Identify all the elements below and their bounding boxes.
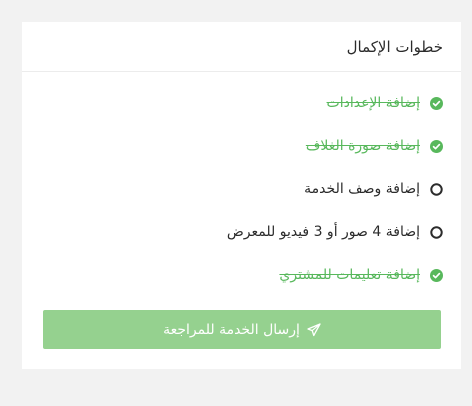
step-item-description[interactable]: إضافة وصف الخدمة bbox=[22, 178, 461, 200]
step-item-settings: إضافة الإعدادات bbox=[22, 92, 461, 114]
paper-plane-icon bbox=[307, 322, 321, 337]
check-circle-icon bbox=[430, 268, 443, 282]
step-item-buyer-instructions: إضافة تعليمات للمشتري bbox=[22, 264, 461, 286]
panel-header: خطوات الإكمال bbox=[22, 22, 461, 72]
step-label: إضافة الإعدادات bbox=[326, 95, 420, 111]
step-item-gallery[interactable]: إضافة 4 صور أو 3 فيديو للمعرض bbox=[22, 221, 461, 243]
steps-list: إضافة الإعدادات إضافة صورة الغلاف إضافة … bbox=[22, 92, 461, 307]
empty-circle-icon bbox=[430, 225, 443, 239]
step-label: إضافة تعليمات للمشتري bbox=[279, 267, 420, 283]
submit-button-label: إرسال الخدمة للمراجعة bbox=[163, 321, 300, 338]
step-label: إضافة صورة الغلاف bbox=[305, 138, 420, 154]
panel-title: خطوات الإكمال bbox=[346, 37, 443, 56]
step-label: إضافة وصف الخدمة bbox=[304, 181, 420, 197]
empty-circle-icon bbox=[430, 182, 443, 196]
check-circle-icon bbox=[430, 139, 443, 153]
step-label: إضافة 4 صور أو 3 فيديو للمعرض bbox=[226, 224, 420, 240]
completion-steps-panel: خطوات الإكمال إضافة الإعدادات إضافة صورة… bbox=[22, 22, 461, 369]
check-circle-icon bbox=[430, 96, 443, 110]
submit-for-review-button[interactable]: إرسال الخدمة للمراجعة bbox=[43, 310, 441, 349]
step-item-cover-image: إضافة صورة الغلاف bbox=[22, 135, 461, 157]
